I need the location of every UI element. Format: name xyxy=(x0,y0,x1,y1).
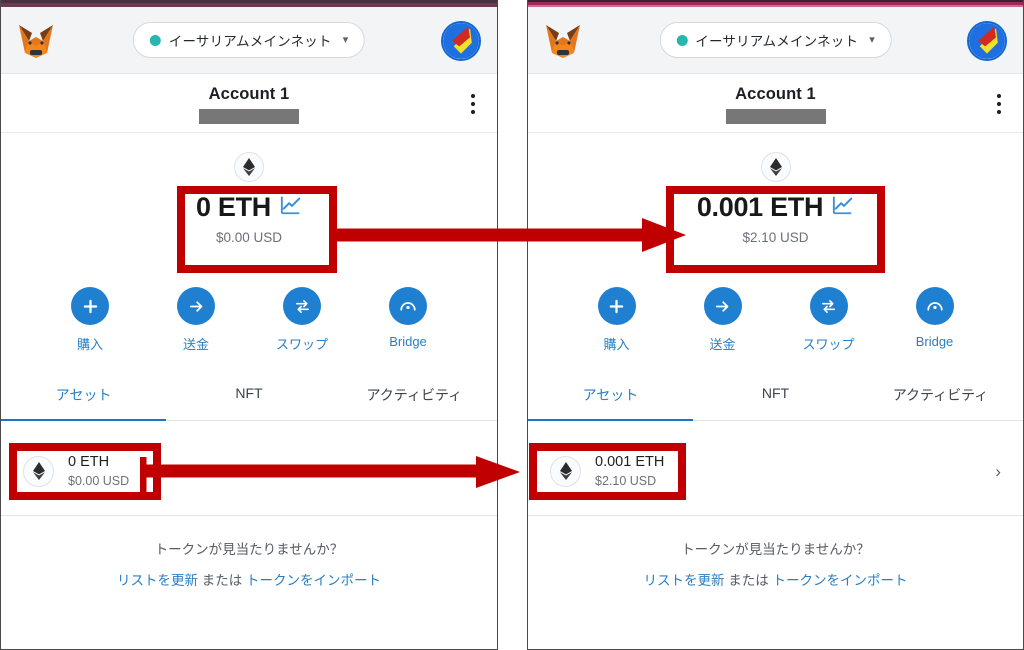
balance-change-arrow xyxy=(330,214,686,256)
plus-icon-after xyxy=(597,287,636,325)
footer-links-row-after: リストを更新 または トークンをインポート xyxy=(528,569,1023,589)
metamask-fox-icon[interactable] xyxy=(15,21,57,61)
send-button[interactable]: 送金 xyxy=(159,287,233,353)
bridge-icon-after xyxy=(915,287,954,325)
account-avatar-before[interactable] xyxy=(441,21,481,61)
top-bar-after: イーサリアムメインネット ▾ xyxy=(528,7,1023,74)
send-button-after[interactable]: 送金 xyxy=(686,287,760,353)
account-header-before: Account 1 xyxy=(1,74,497,133)
account-name-after[interactable]: Account 1 xyxy=(528,85,1023,104)
send-label-after: 送金 xyxy=(709,337,736,352)
arrow-right-icon xyxy=(177,287,215,325)
kebab-menu-icon[interactable] xyxy=(471,94,475,114)
buy-label: 購入 xyxy=(76,337,103,352)
refresh-list-link[interactable]: リストを更新 xyxy=(117,573,198,588)
highlight-box-after-token xyxy=(529,443,686,500)
metamask-panel-before: イーサリアムメインネット ▾ Account 1 0 ETH $0.00 USD… xyxy=(0,0,498,650)
footer-before: トークンが見当たりませんか？ リストを更新 または トークンをインポート xyxy=(1,538,497,589)
metamask-fox-icon-after[interactable] xyxy=(542,21,584,61)
top-bar-before: イーサリアムメインネット ▾ xyxy=(1,7,497,74)
tab-assets[interactable]: アセット xyxy=(1,373,167,421)
network-selector-after[interactable]: イーサリアムメインネット ▾ xyxy=(659,22,892,58)
footer-links-row: リストを更新 または トークンをインポート xyxy=(1,569,497,589)
bridge-button-after[interactable]: Bridge xyxy=(898,287,972,353)
tab-activity[interactable]: アクティビティ xyxy=(332,373,497,420)
network-status-dot-after xyxy=(676,34,688,46)
network-status-dot xyxy=(149,34,161,46)
account-avatar-after[interactable] xyxy=(967,21,1007,61)
highlight-box-after-balance xyxy=(666,186,885,273)
ethereum-icon xyxy=(243,158,255,176)
bridge-label-after: Bridge xyxy=(915,334,954,349)
account-header-after: Account 1 xyxy=(528,74,1023,133)
bridge-icon xyxy=(389,287,427,325)
account-address-redacted-after xyxy=(725,109,826,124)
swap-label-after: スワップ xyxy=(802,337,855,352)
list-divider-after xyxy=(528,515,1023,516)
chevron-right-icon[interactable]: › xyxy=(995,462,1001,482)
panel-top-accent-after xyxy=(528,0,1023,7)
import-token-link[interactable]: トークンをインポート xyxy=(246,573,381,588)
ethereum-icon-badge-after xyxy=(760,152,791,182)
screenshot-root: イーサリアムメインネット ▾ Account 1 0 ETH $0.00 USD… xyxy=(0,0,1024,650)
buy-button[interactable]: 購入 xyxy=(53,287,127,353)
tab-nft[interactable]: NFT xyxy=(166,373,331,420)
swap-button[interactable]: スワップ xyxy=(265,287,339,353)
footer-conjunction: または xyxy=(201,573,243,588)
network-label: イーサリアムメインネット xyxy=(168,34,332,49)
highlight-box-before-balance xyxy=(177,186,337,273)
swap-button-after[interactable]: スワップ xyxy=(792,287,866,353)
arrow-right-icon-after xyxy=(703,287,742,325)
bridge-button[interactable]: Bridge xyxy=(371,287,445,353)
network-label-after: イーサリアムメインネット xyxy=(695,34,859,49)
missing-token-question: トークンが見当たりませんか？ xyxy=(154,542,344,557)
buy-label-after: 購入 xyxy=(603,337,630,352)
action-buttons-before: 購入 送金 スワップ Bridge xyxy=(1,287,497,353)
tabs-before: アセット NFT アクティビティ xyxy=(1,373,497,421)
send-label: 送金 xyxy=(182,337,209,352)
plus-icon xyxy=(71,287,109,325)
swap-arrows-icon xyxy=(283,287,321,325)
tab-assets-after[interactable]: アセット xyxy=(528,373,693,421)
missing-token-question-after: トークンが見当たりませんか？ xyxy=(681,542,870,557)
chevron-down-icon: ▾ xyxy=(342,33,349,46)
token-change-arrow xyxy=(140,456,520,497)
kebab-menu-icon-after[interactable] xyxy=(997,94,1001,114)
panel-top-accent-before xyxy=(1,0,497,7)
buy-button-after[interactable]: 購入 xyxy=(580,287,654,353)
ethereum-icon-badge-before xyxy=(234,152,264,182)
footer-after: トークンが見当たりませんか？ リストを更新 または トークンをインポート xyxy=(528,538,1023,589)
tabs-after: アセット NFT アクティビティ xyxy=(528,373,1023,421)
footer-conjunction-after: または xyxy=(728,573,769,588)
account-address-redacted xyxy=(199,109,299,124)
refresh-list-link-after[interactable]: リストを更新 xyxy=(643,573,724,588)
chevron-down-icon-after: ▾ xyxy=(869,33,875,46)
swap-label: スワップ xyxy=(275,337,328,352)
metamask-panel-after: イーサリアムメインネット ▾ Account 1 0.001 ETH $2.10… xyxy=(527,0,1024,650)
account-name[interactable]: Account 1 xyxy=(1,85,497,104)
tab-activity-after[interactable]: アクティビティ xyxy=(858,373,1023,420)
import-token-link-after[interactable]: トークンをインポート xyxy=(773,573,908,588)
swap-arrows-icon-after xyxy=(809,287,848,325)
list-divider-before xyxy=(1,515,497,516)
bridge-label: Bridge xyxy=(389,334,427,349)
highlight-box-before-token xyxy=(9,443,161,500)
network-selector-before[interactable]: イーサリアムメインネット ▾ xyxy=(132,22,366,58)
action-buttons-after: 購入 送金 スワップ Bridge xyxy=(528,287,1023,353)
tab-nft-after[interactable]: NFT xyxy=(693,373,858,420)
